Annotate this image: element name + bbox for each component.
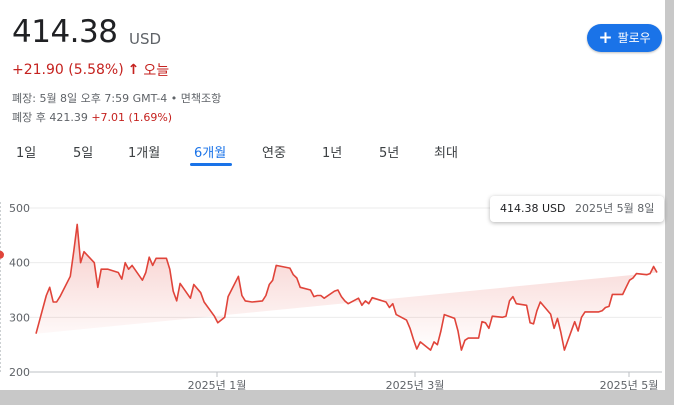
- stock-card: 414.38 USD + 팔로우 +21.90 (5.58%) ↑ 오늘 폐장:…: [0, 0, 665, 390]
- chart-tooltip: 414.38 USD 2025년 5월 8일: [490, 196, 665, 222]
- tab-5d[interactable]: 5일: [73, 142, 93, 161]
- active-tab-indicator: [190, 163, 232, 166]
- price-area: [36, 224, 657, 351]
- y-tick-label: 300: [9, 311, 30, 324]
- currency-label: USD: [129, 30, 162, 48]
- price-change: +21.90 (5.58%) ↑ 오늘: [12, 60, 169, 80]
- x-tick-label: 2025년 3월: [386, 379, 445, 390]
- last-point-marker: [0, 250, 4, 259]
- change-period: 오늘: [143, 63, 170, 79]
- stock-price: 414.38: [12, 14, 118, 50]
- arrow-up-icon: ↑: [127, 62, 140, 78]
- tab-5y[interactable]: 5년: [379, 142, 399, 161]
- y-tick-label: 400: [9, 257, 30, 270]
- tab-1d[interactable]: 1일: [16, 142, 36, 161]
- y-tick-label: 200: [9, 366, 30, 379]
- x-tick-label: 2025년 5월: [600, 379, 659, 390]
- tab-1y[interactable]: 1년: [322, 142, 342, 161]
- tab-1m[interactable]: 1개월: [128, 142, 160, 161]
- after-hours-info: 폐장 후 421.39 +7.01 (1.69%): [12, 109, 172, 125]
- tooltip-date: 2025년 5월 8일: [575, 202, 655, 215]
- tooltip-value: 414.38 USD: [500, 202, 566, 215]
- after-hours-change: +7.01 (1.69%): [91, 111, 173, 124]
- tab-6m[interactable]: 6개월: [194, 142, 226, 161]
- x-tick-label: 2025년 1월: [188, 379, 247, 390]
- tab-max[interactable]: 최대: [434, 142, 458, 161]
- change-value: +21.90 (5.58%): [12, 62, 124, 78]
- follow-button[interactable]: + 팔로우: [587, 24, 662, 52]
- tab-ytd[interactable]: 연중: [262, 142, 286, 161]
- close-info: 폐장: 5월 8일 오후 7:59 GMT-4 • 면책조항: [12, 92, 222, 105]
- plus-icon: +: [598, 28, 613, 48]
- y-tick-label: 500: [9, 202, 30, 215]
- after-hours-price: 폐장 후 421.39: [12, 111, 88, 124]
- follow-button-label: 팔로우: [617, 31, 651, 45]
